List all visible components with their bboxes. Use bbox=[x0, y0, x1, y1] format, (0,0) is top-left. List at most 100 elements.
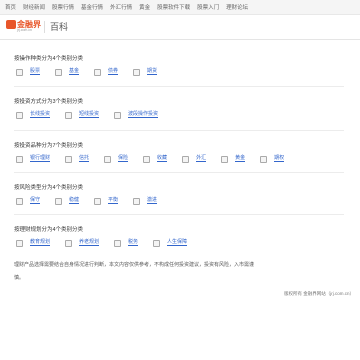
checkbox[interactable] bbox=[65, 239, 73, 247]
option-item[interactable]: 长线投资 bbox=[16, 111, 51, 119]
option-label[interactable]: 债券 bbox=[108, 69, 119, 75]
option-item[interactable]: 短线投资 bbox=[65, 111, 100, 119]
checkbox[interactable] bbox=[260, 155, 268, 163]
checkbox[interactable] bbox=[16, 239, 23, 247]
logo-subtext: jrj.com.cn bbox=[17, 28, 32, 32]
checkbox[interactable] bbox=[55, 197, 63, 205]
site-logo[interactable]: 金融界 jrj.com.cn bbox=[6, 20, 46, 34]
header-divider bbox=[44, 21, 45, 33]
option-item[interactable]: 基金 bbox=[55, 68, 80, 76]
option-item[interactable]: 人生保障 bbox=[153, 239, 188, 247]
option-item[interactable]: 信托 bbox=[65, 155, 90, 163]
option-item[interactable]: 收藏 bbox=[143, 155, 168, 163]
option-item[interactable]: 养老规划 bbox=[65, 239, 100, 247]
option-item[interactable]: 平衡 bbox=[94, 197, 119, 205]
option-label[interactable]: 税务 bbox=[128, 240, 139, 246]
option-label[interactable]: 银行理财 bbox=[30, 156, 51, 162]
checkbox[interactable] bbox=[133, 68, 141, 76]
option-label[interactable]: 人生保障 bbox=[167, 240, 188, 246]
option-label[interactable]: 基金 bbox=[69, 69, 80, 75]
page-title: 百科 bbox=[50, 22, 69, 32]
option-label[interactable]: 长线投资 bbox=[30, 112, 51, 118]
checkbox[interactable] bbox=[153, 239, 161, 247]
option-label[interactable]: 保守 bbox=[30, 198, 41, 204]
section-divider bbox=[14, 214, 344, 215]
checkbox[interactable] bbox=[55, 68, 63, 76]
checkbox[interactable] bbox=[221, 155, 229, 163]
option-item[interactable]: 黄金 bbox=[221, 155, 246, 163]
option-label[interactable]: 波段操作投资 bbox=[128, 112, 159, 118]
topnav-link[interactable]: 股票入门 bbox=[197, 3, 219, 11]
topnav-link[interactable]: 财经新闻 bbox=[23, 3, 45, 11]
checkbox[interactable] bbox=[104, 155, 112, 163]
checkbox[interactable] bbox=[16, 68, 23, 76]
option-label[interactable]: 保险 bbox=[118, 156, 129, 162]
option-label[interactable]: 信托 bbox=[79, 156, 90, 162]
option-label[interactable]: 教育规划 bbox=[30, 240, 51, 246]
option-label[interactable]: 收藏 bbox=[157, 156, 168, 162]
option-item[interactable]: 保守 bbox=[16, 197, 41, 205]
option-item[interactable]: 债券 bbox=[94, 68, 119, 76]
option-label[interactable]: 短线投资 bbox=[79, 112, 100, 118]
checkbox[interactable] bbox=[16, 197, 23, 205]
option-list: 银行理财 信托 保险 收藏 外汇 黄金 期权 bbox=[14, 155, 344, 163]
checkbox[interactable] bbox=[114, 111, 122, 119]
section-title: 按投资品种分为7个类别分类 bbox=[14, 143, 84, 149]
option-label[interactable]: 稳健 bbox=[69, 198, 80, 204]
checkbox[interactable] bbox=[94, 197, 102, 205]
checkbox[interactable] bbox=[94, 68, 102, 76]
disclaimer-text: 理财产品选择需要结合自身情况进行判断，本文内容仅供参考，不构成任何投资建议，投资… bbox=[14, 262, 255, 281]
option-label[interactable]: 黄金 bbox=[235, 156, 246, 162]
logo-icon bbox=[6, 20, 16, 29]
topnav-link[interactable]: 理财论坛 bbox=[226, 3, 248, 11]
option-label[interactable]: 股票 bbox=[30, 69, 41, 75]
option-item[interactable]: 激进 bbox=[133, 197, 158, 205]
option-item[interactable]: 稳健 bbox=[55, 197, 80, 205]
option-list: 长线投资 短线投资 波段操作投资 bbox=[14, 111, 344, 119]
option-item[interactable]: 教育规划 bbox=[16, 239, 51, 247]
option-item[interactable]: 股票 bbox=[16, 68, 41, 76]
checkbox[interactable] bbox=[133, 197, 141, 205]
option-label[interactable]: 平衡 bbox=[108, 198, 119, 204]
checkbox[interactable] bbox=[143, 155, 151, 163]
top-nav: 首页 财经新闻 股票行情 基金行情 外汇行情 黄金 股票软件下载 股票入门 理财… bbox=[0, 0, 360, 15]
checkbox[interactable] bbox=[114, 239, 122, 247]
option-item[interactable]: 银行理财 bbox=[16, 155, 51, 163]
option-item[interactable]: 期权 bbox=[260, 155, 285, 163]
section-divider bbox=[14, 130, 344, 131]
option-list: 保守 稳健 平衡 激进 bbox=[14, 197, 344, 205]
checkbox[interactable] bbox=[65, 111, 73, 119]
topnav-link[interactable]: 股票行情 bbox=[52, 3, 74, 11]
topnav-link[interactable]: 股票软件下载 bbox=[157, 3, 190, 11]
option-item[interactable]: 波段操作投资 bbox=[114, 111, 159, 119]
option-label[interactable]: 养老规划 bbox=[79, 240, 100, 246]
checkbox[interactable] bbox=[16, 155, 23, 163]
category-section: 按操作种类分为4个类别分类 股票 基金 债券 期货 bbox=[14, 54, 344, 76]
topnav-link[interactable]: 首页 bbox=[5, 3, 16, 11]
section-title: 按风险类型分为4个类别分类 bbox=[14, 185, 84, 191]
topnav-link[interactable]: 基金行情 bbox=[81, 3, 103, 11]
section-title: 按操作种类分为4个类别分类 bbox=[14, 56, 84, 62]
option-item[interactable]: 外汇 bbox=[182, 155, 207, 163]
option-label[interactable]: 激进 bbox=[147, 198, 158, 204]
checkbox[interactable] bbox=[16, 111, 23, 119]
category-section: 按风险类型分为4个类别分类 保守 稳健 平衡 激进 bbox=[14, 183, 344, 205]
category-section: 按投资品种分为7个类别分类 银行理财 信托 保险 收藏 外汇 黄金 期权 bbox=[14, 141, 344, 163]
option-list: 股票 基金 债券 期货 bbox=[14, 68, 344, 76]
option-label[interactable]: 期权 bbox=[274, 156, 285, 162]
section-title: 按投资方式分为3个类别分类 bbox=[14, 99, 84, 105]
option-label[interactable]: 外汇 bbox=[196, 156, 207, 162]
topnav-link[interactable]: 外汇行情 bbox=[110, 3, 132, 11]
option-item[interactable]: 保险 bbox=[104, 155, 129, 163]
footer-copyright: 版权所有 金融界网站（jrj.com.cn） bbox=[283, 291, 354, 296]
category-section: 按投资方式分为3个类别分类 长线投资 短线投资 波段操作投资 bbox=[14, 97, 344, 119]
checkbox[interactable] bbox=[182, 155, 190, 163]
option-item[interactable]: 税务 bbox=[114, 239, 139, 247]
option-list: 教育规划 养老规划 税务 人生保障 bbox=[14, 239, 344, 247]
option-item[interactable]: 期货 bbox=[133, 68, 158, 76]
topnav-link[interactable]: 黄金 bbox=[139, 3, 150, 11]
checkbox[interactable] bbox=[65, 155, 73, 163]
section-divider bbox=[14, 172, 344, 173]
section-divider bbox=[14, 86, 344, 87]
option-label[interactable]: 期货 bbox=[147, 69, 158, 75]
